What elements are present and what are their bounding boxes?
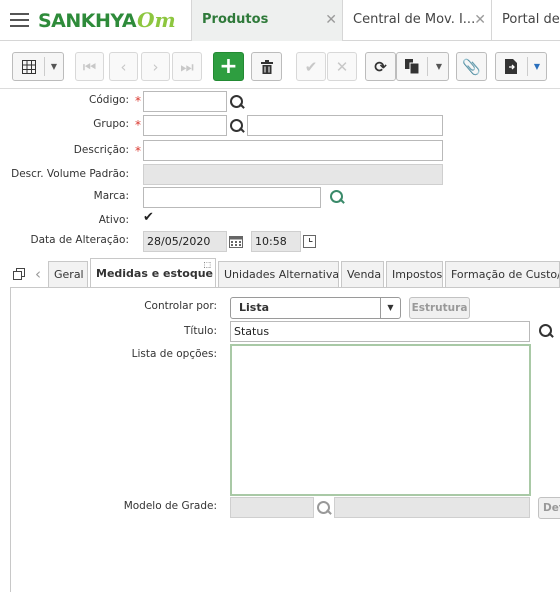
def-button[interactable]: Def (538, 497, 560, 519)
export-icon (505, 59, 517, 74)
grupo-label: Grupo: (93, 118, 129, 130)
check-icon: ✔ (304, 57, 318, 76)
modelo-grade-label: Modelo de Grade: (123, 500, 217, 512)
ativo-label: Ativo: (98, 214, 129, 226)
modelo-grade-description-field (334, 497, 530, 518)
select-value: Lista (239, 301, 270, 314)
clock-icon[interactable] (303, 235, 316, 248)
grid-view-button[interactable]: ▼ (12, 52, 64, 81)
trash-icon (260, 59, 273, 74)
first-icon: ⏮ (82, 57, 97, 76)
grupo-description-field[interactable] (247, 115, 443, 136)
descricao-label: Descrição: (73, 144, 129, 156)
expand-icon[interactable]: ⬚ (203, 259, 211, 280)
data-alteracao-label: Data de Alteração: (30, 234, 129, 246)
data-alteracao-date: 28/05/2020 (143, 231, 227, 252)
marca-label: Marca: (93, 190, 129, 202)
cancel-button[interactable]: ✕ (327, 52, 357, 81)
tab-produtos[interactable]: Produtos ✕ (191, 0, 343, 41)
logo: SANKHYAOm (38, 8, 176, 32)
lista-opcoes-textarea[interactable] (230, 344, 531, 496)
chevron-down-icon[interactable]: ▼ (534, 62, 540, 71)
close-icon[interactable]: ✕ (325, 0, 337, 40)
search-icon[interactable] (538, 323, 554, 339)
descr-volume-field (143, 164, 443, 185)
required-mark: * (135, 118, 141, 132)
subtab-venda[interactable]: Venda (341, 261, 384, 288)
titulo-field[interactable]: Status (230, 321, 530, 342)
chevron-left-icon[interactable]: ‹ (35, 265, 41, 283)
tab-label: Portal de M (502, 12, 560, 27)
subtab-label: Medidas e estoque (96, 267, 214, 280)
descr-volume-label: Descr. Volume Padrão: (11, 168, 129, 180)
duplicate-button[interactable]: ▼ (396, 52, 449, 81)
chevron-down-icon[interactable]: ▼ (51, 62, 57, 71)
attach-button[interactable]: 📎 (456, 52, 487, 81)
controlar-por-label: Controlar por: (144, 300, 217, 312)
grupo-field[interactable] (143, 115, 227, 136)
required-mark: * (135, 144, 141, 158)
paperclip-icon: 📎 (462, 57, 481, 76)
subtab-label: Venda (347, 268, 382, 281)
grid-icon (22, 59, 36, 74)
search-icon[interactable] (329, 189, 345, 205)
subtab-label: Impostos (392, 268, 443, 281)
tab-portal[interactable]: Portal de M (491, 0, 560, 41)
subtab-medidas-estoque[interactable]: Medidas e estoque ⬚ (90, 258, 216, 288)
search-icon[interactable] (229, 94, 245, 110)
delete-button[interactable] (251, 52, 282, 81)
duplicate-icon (405, 59, 419, 74)
previous-record-button[interactable]: ‹ (109, 52, 138, 81)
chevron-right-icon: › (152, 57, 159, 76)
cancel-icon: ✕ (335, 57, 349, 76)
ativo-checkbox[interactable]: ✔ (143, 211, 157, 225)
refresh-icon: ⟳ (374, 57, 387, 76)
codigo-label: Código: (89, 94, 129, 106)
chevron-left-icon: ‹ (120, 57, 127, 76)
confirm-button[interactable]: ✔ (296, 52, 326, 81)
calendar-icon[interactable] (229, 235, 243, 248)
modelo-grade-code-field[interactable] (230, 497, 314, 518)
close-icon[interactable]: ✕ (474, 0, 486, 40)
subtab-unidades-alternativas[interactable]: Unidades Alternativas (218, 261, 339, 288)
chevron-down-icon[interactable]: ▼ (436, 62, 442, 71)
window-restore-icon[interactable] (13, 268, 25, 280)
toolbar: ▼ ⏮ ‹ › ⏭ + ✔ ✕ ⟳ ▼ 📎 ▼ (0, 41, 560, 89)
tab-label: Central de Mov. I... (353, 12, 476, 27)
subtabs-bar: ‹ Geral Medidas e estoque ⬚ Unidades Alt… (0, 258, 560, 288)
search-icon[interactable] (229, 118, 245, 134)
next-record-button[interactable]: › (141, 52, 170, 81)
titulo-label: Título: (184, 325, 217, 337)
subtab-geral[interactable]: Geral (48, 261, 88, 288)
subtab-label: Unidades Alternativas (224, 268, 339, 281)
refresh-button[interactable]: ⟳ (365, 52, 396, 81)
export-button[interactable]: ▼ (495, 52, 547, 81)
descricao-field[interactable] (143, 140, 443, 161)
add-button[interactable]: + (213, 52, 244, 81)
chevron-down-icon: ▼ (380, 298, 400, 318)
hamburger-menu-icon[interactable] (10, 13, 29, 27)
last-record-button[interactable]: ⏭ (172, 52, 202, 81)
search-icon[interactable] (316, 500, 332, 516)
marca-field[interactable] (143, 187, 321, 208)
tab-central-mov[interactable]: Central de Mov. I... ✕ (342, 0, 492, 41)
controlar-por-select[interactable]: Lista ▼ (230, 297, 401, 319)
last-icon: ⏭ (180, 57, 194, 76)
codigo-field[interactable] (143, 91, 227, 112)
lista-opcoes-label: Lista de opções: (131, 348, 217, 360)
required-mark: * (135, 94, 141, 108)
subtab-formacao-custo[interactable]: Formação de Custo/Pr (445, 261, 560, 288)
subtab-label: Formação de Custo/Pr (451, 268, 560, 281)
subtab-label: Geral (54, 268, 84, 281)
data-alteracao-time: 10:58 (251, 231, 301, 252)
logo-suffix: Om (137, 8, 176, 32)
top-bar: SANKHYAOm Produtos ✕ Central de Mov. I..… (0, 0, 560, 41)
tab-label: Produtos (202, 12, 269, 27)
subtab-impostos[interactable]: Impostos (386, 261, 443, 288)
plus-icon: + (219, 54, 238, 79)
estrutura-button[interactable]: Estrutura (409, 297, 470, 319)
logo-text: SANKHYA (38, 10, 137, 32)
first-record-button[interactable]: ⏮ (75, 52, 104, 81)
